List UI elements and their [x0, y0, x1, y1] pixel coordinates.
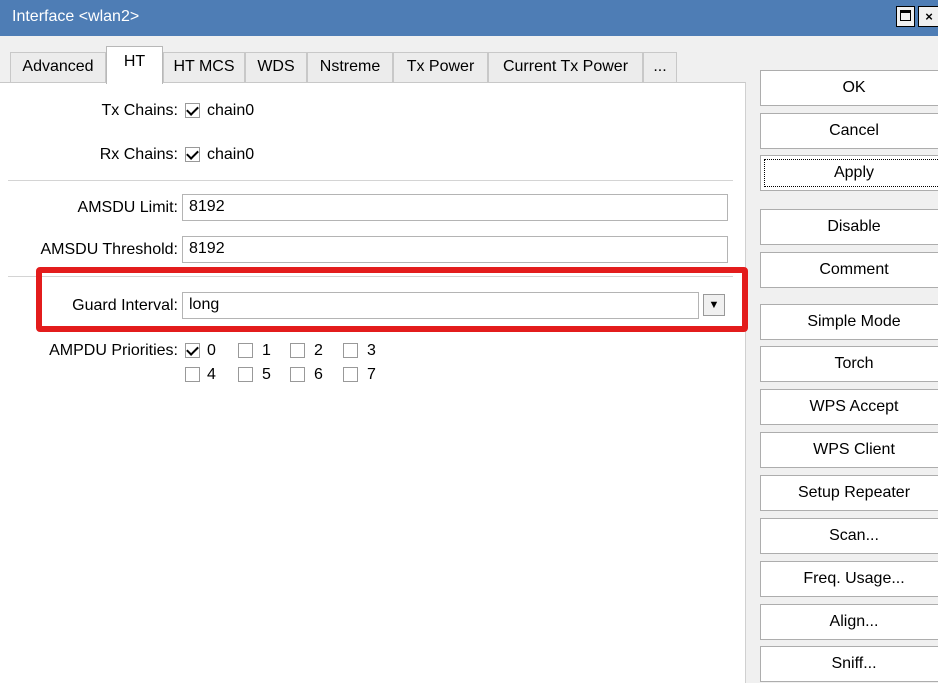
ampdu-priority-5-checkbox[interactable]: [238, 367, 253, 382]
wps-accept-button[interactable]: WPS Accept: [760, 389, 938, 425]
highlight-box: [36, 267, 748, 332]
tab-current-tx-power[interactable]: Current Tx Power: [488, 52, 643, 83]
tab-nstreme[interactable]: Nstreme: [307, 52, 393, 83]
rx-chains-label: Rx Chains:: [99, 146, 178, 163]
ampdu-priority-5-label: 5: [262, 366, 271, 383]
simple-mode-button[interactable]: Simple Mode: [760, 304, 938, 340]
tx-chain0-checkbox[interactable]: [185, 103, 200, 118]
tab-advanced[interactable]: Advanced: [10, 52, 106, 83]
ampdu-priority-6-label: 6: [314, 366, 323, 383]
cancel-button[interactable]: Cancel: [760, 113, 938, 149]
ampdu-priority-4-checkbox[interactable]: [185, 367, 200, 382]
section-divider: [8, 180, 733, 181]
ok-button[interactable]: OK: [760, 70, 938, 106]
tab-ht[interactable]: HT: [106, 46, 163, 84]
comment-button[interactable]: Comment: [760, 252, 938, 288]
rx-chain0-label: chain0: [207, 146, 255, 163]
ampdu-priority-1-checkbox[interactable]: [238, 343, 253, 358]
ampdu-priority-0-checkbox[interactable]: [185, 343, 200, 358]
title-bar: Interface <wlan2> ×: [0, 0, 938, 36]
rx-chain0-checkbox[interactable]: [185, 147, 200, 162]
ampdu-priority-7-checkbox[interactable]: [343, 367, 358, 382]
tab-more[interactable]: ...: [643, 52, 677, 83]
amsdu-threshold-label: AMSDU Threshold:: [40, 241, 178, 258]
window-title: Interface <wlan2>: [12, 8, 140, 25]
align-button[interactable]: Align...: [760, 604, 938, 640]
torch-button[interactable]: Torch: [760, 346, 938, 382]
amsdu-threshold-input[interactable]: 8192: [182, 236, 728, 263]
scan-button[interactable]: Scan...: [760, 518, 938, 554]
maximize-icon[interactable]: [896, 6, 915, 27]
tx-chains-label: Tx Chains:: [101, 102, 178, 119]
tab-tx-power[interactable]: Tx Power: [393, 52, 488, 83]
ampdu-priority-2-label: 2: [314, 342, 323, 359]
setup-repeater-button[interactable]: Setup Repeater: [760, 475, 938, 511]
freq-usage-button[interactable]: Freq. Usage...: [760, 561, 938, 597]
ampdu-priority-4-label: 4: [207, 366, 216, 383]
amsdu-limit-label: AMSDU Limit:: [77, 199, 178, 216]
tab-ht-mcs[interactable]: HT MCS: [163, 52, 245, 83]
ampdu-priority-2-checkbox[interactable]: [290, 343, 305, 358]
amsdu-limit-input[interactable]: 8192: [182, 194, 728, 221]
ampdu-priority-0-label: 0: [207, 342, 216, 359]
sniff-button[interactable]: Sniff...: [760, 646, 938, 682]
tx-chain0-label: chain0: [207, 102, 255, 119]
ampdu-priorities-label: AMPDU Priorities:: [49, 342, 178, 359]
ampdu-priority-3-checkbox[interactable]: [343, 343, 358, 358]
disable-button[interactable]: Disable: [760, 209, 938, 245]
close-icon[interactable]: ×: [918, 6, 938, 27]
wps-client-button[interactable]: WPS Client: [760, 432, 938, 468]
ampdu-priority-3-label: 3: [367, 342, 376, 359]
tab-wds[interactable]: WDS: [245, 52, 307, 83]
ampdu-priority-7-label: 7: [367, 366, 376, 383]
ampdu-priority-6-checkbox[interactable]: [290, 367, 305, 382]
apply-button[interactable]: Apply: [760, 155, 938, 191]
ampdu-priority-1-label: 1: [262, 342, 271, 359]
